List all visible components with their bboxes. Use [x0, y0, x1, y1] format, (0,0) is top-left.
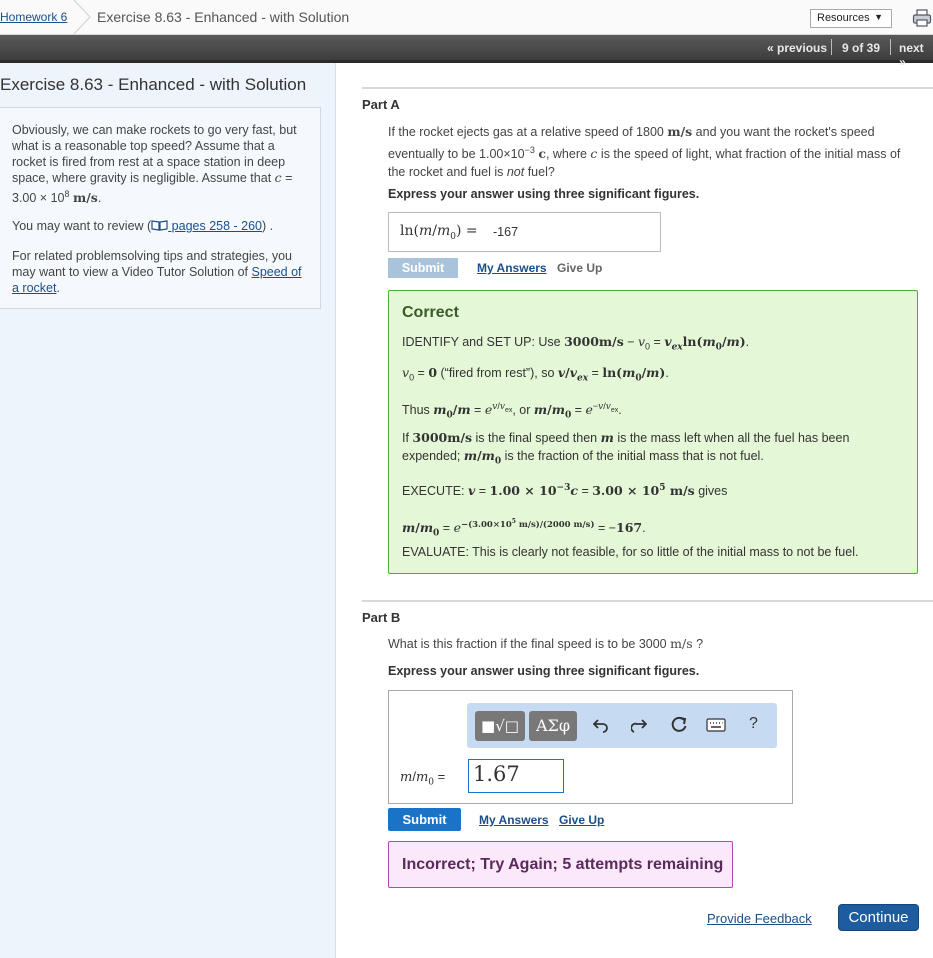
review-text: You may want to review ( pages 258 - 260…: [12, 219, 274, 233]
sidebar: Exercise 8.63 - Enhanced - with Solution…: [0, 63, 336, 958]
math-toolbar: ■√□ ΑΣφ ?: [467, 703, 777, 748]
part-b-my-answers-link[interactable]: My Answers: [479, 813, 549, 827]
part-b-question: What is this fraction if the final speed…: [388, 636, 704, 651]
provide-feedback-link[interactable]: Provide Feedback: [707, 911, 812, 926]
part-b-answer-panel: ■√□ ΑΣφ ? m/m0 = 1.67: [388, 690, 793, 804]
reset-icon[interactable]: [670, 716, 688, 734]
part-b-give-up-link[interactable]: Give Up: [559, 813, 604, 827]
part-b-answer-input[interactable]: 1.67: [468, 759, 564, 793]
part-a-answer-label: ln(m/m0) =: [400, 223, 478, 242]
position-indicator: 9 of 39: [842, 41, 881, 55]
part-a-submit-button: Submit: [388, 258, 458, 278]
part-b-instruction: Express your answer using three signific…: [388, 664, 700, 678]
undo-icon[interactable]: [593, 717, 609, 733]
part-a-give-up: Give Up: [557, 261, 603, 275]
incorrect-feedback-box: Incorrect; Try Again; 5 attempts remaini…: [388, 841, 733, 888]
feedback-result: m/m0 = e−(3.00×105 m/s)/(2000 m/s) = −16…: [402, 518, 646, 539]
part-a-instruction: Express your answer using three signific…: [388, 187, 700, 201]
print-icon[interactable]: [912, 9, 932, 27]
feedback-step-2: v0 = 0 (“fired from rest”), so v/vex = l…: [402, 365, 669, 384]
feedback-execute: EXECUTE: v = 1.00 × 10−3c = 3.00 × 105 m…: [402, 483, 728, 499]
part-a-question: If the rocket ejects gas at a relative s…: [388, 124, 901, 180]
problem-text: Obviously, we can make rockets to go ver…: [12, 123, 297, 206]
dropdown-caret-icon: ▼: [874, 12, 883, 22]
part-b-submit-button[interactable]: Submit: [388, 808, 461, 831]
incorrect-message: Incorrect; Try Again; 5 attempts remaini…: [402, 856, 724, 873]
keyboard-icon[interactable]: [706, 718, 726, 732]
feedback-step-3: Thus m0/m = ev/vex, or m/m0 = e−v/vex.: [402, 401, 622, 421]
related-text: For related problemsolving tips and stra…: [12, 249, 302, 295]
exercise-title: Exercise 8.63 - Enhanced - with Solution: [0, 75, 307, 94]
resources-dropdown[interactable]: Resources ▼: [810, 9, 892, 28]
redo-icon[interactable]: [631, 717, 647, 733]
top-bar: Homework 6 Exercise 8.63 - Enhanced - wi…: [0, 0, 933, 35]
resources-label: Resources: [817, 12, 870, 24]
templates-button[interactable]: ■√□: [475, 711, 525, 741]
greek-symbols-button[interactable]: ΑΣφ: [529, 711, 577, 741]
correct-feedback-box: Correct IDENTIFY and SET UP: Use 3000m/s…: [388, 290, 918, 574]
breadcrumb-separator-icon: [73, 0, 91, 34]
part-b-answer-label: m/m0 =: [400, 769, 446, 788]
problem-statement: Obviously, we can make rockets to go ver…: [0, 107, 321, 309]
nav-divider: [890, 39, 891, 55]
feedback-identify: IDENTIFY and SET UP: Use 3000m/s − v0 = …: [402, 334, 750, 353]
part-a-divider: [362, 87, 933, 89]
feedback-step-4: If 3000m/s is the final speed then m is …: [402, 430, 850, 467]
nav-divider: [831, 39, 832, 55]
breadcrumb-homework-link[interactable]: Homework 6: [0, 10, 67, 24]
part-a-answer-field: ln(m/m0) = -167: [388, 212, 661, 252]
main-content: Part A If the rocket ejects gas at a rel…: [336, 63, 933, 958]
part-a-my-answers-link[interactable]: My Answers: [477, 261, 547, 275]
help-icon[interactable]: ?: [749, 715, 758, 733]
part-b-divider: [362, 600, 933, 602]
part-a-heading: Part A: [362, 97, 400, 112]
exercise-navigation: « previous 9 of 39 next »: [0, 35, 933, 69]
previous-link[interactable]: « previous: [767, 41, 827, 55]
book-icon: [151, 220, 168, 231]
continue-button[interactable]: Continue: [838, 904, 919, 931]
breadcrumb-current: Exercise 8.63 - Enhanced - with Solution: [97, 9, 350, 25]
textbook-pages-link[interactable]: pages 258 - 260: [168, 219, 262, 233]
part-b-heading: Part B: [362, 610, 401, 625]
feedback-evaluate: EVALUATE: This is clearly not feasible, …: [402, 545, 859, 559]
part-a-answer-value: -167: [493, 225, 519, 239]
feedback-title: Correct: [402, 304, 459, 321]
